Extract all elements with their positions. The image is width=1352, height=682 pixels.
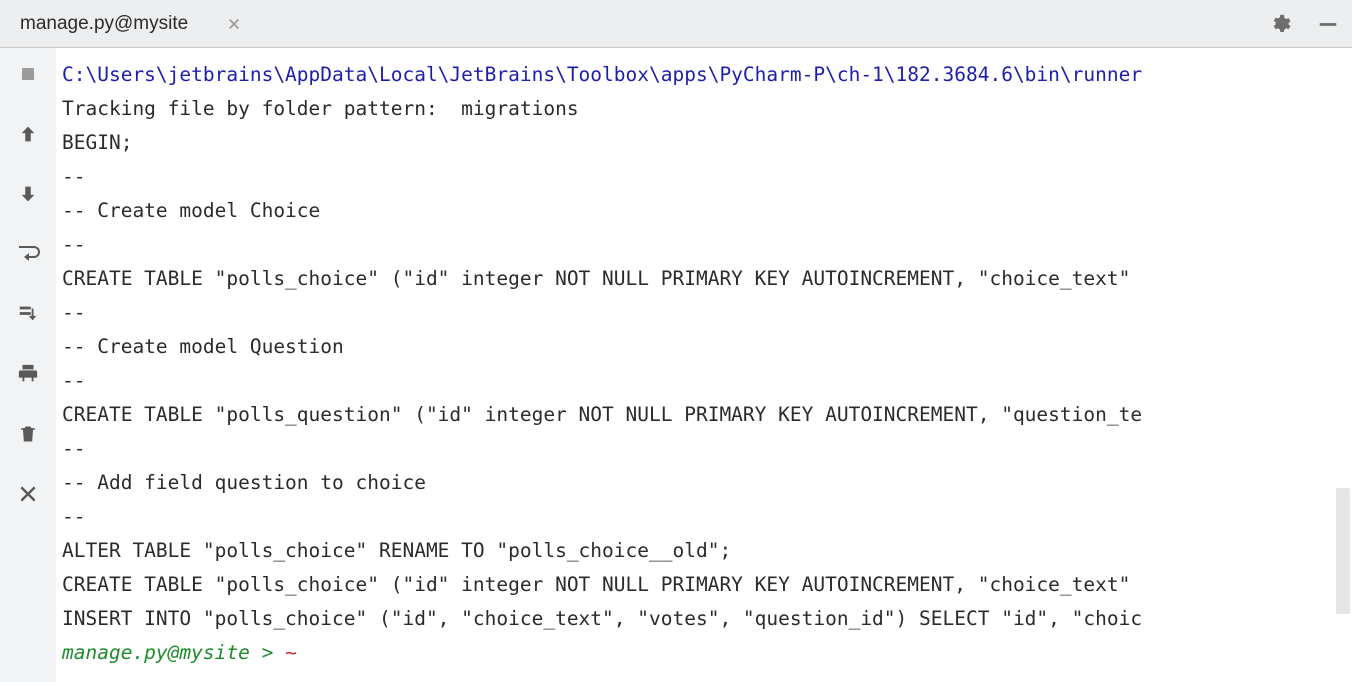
tabs-container: manage.py@mysite [0, 0, 262, 47]
gear-icon[interactable] [1268, 12, 1292, 36]
close-tab-icon[interactable] [224, 14, 244, 34]
console-line: INSERT INTO "polls_choice" ("id", "choic… [62, 602, 1346, 636]
console-line: -- Create model Question [62, 330, 1346, 364]
console-line: Tracking file by folder pattern: migrati… [62, 92, 1346, 126]
scrollbar-thumb[interactable] [1336, 488, 1350, 614]
console-line: -- Create model Choice [62, 194, 1346, 228]
console-line: -- [62, 432, 1346, 466]
tab-title: manage.py@mysite [20, 13, 188, 35]
arrow-down-icon[interactable] [14, 180, 42, 208]
console-line: CREATE TABLE "polls_question" ("id" inte… [62, 398, 1346, 432]
console-line: CREATE TABLE "polls_choice" ("id" intege… [62, 262, 1346, 296]
print-icon[interactable] [14, 360, 42, 388]
panel-body: C:\Users\jetbrains\AppData\Local\JetBrai… [0, 48, 1352, 682]
close-icon[interactable] [14, 480, 42, 508]
prompt-text: manage.py@mysite > [62, 641, 285, 664]
softwrap-icon[interactable] [14, 240, 42, 268]
console-line: -- [62, 500, 1346, 534]
console-line: -- [62, 160, 1346, 194]
console-line: -- Add field question to choice [62, 466, 1346, 500]
console-line: -- [62, 296, 1346, 330]
console-prompt[interactable]: manage.py@mysite > ~ [62, 636, 1346, 670]
console-line: -- [62, 228, 1346, 262]
console-line: ALTER TABLE "polls_choice" RENAME TO "po… [62, 534, 1346, 568]
minimize-icon[interactable] [1316, 12, 1340, 36]
scroll-to-end-icon[interactable] [14, 300, 42, 328]
header-actions [1268, 12, 1340, 36]
console-line: -- [62, 364, 1346, 398]
tab-manage-py[interactable]: manage.py@mysite [0, 0, 262, 47]
caret-icon: ~ [285, 641, 297, 664]
console-line: BEGIN; [62, 126, 1346, 160]
console-line: CREATE TABLE "polls_choice" ("id" intege… [62, 568, 1346, 602]
arrow-up-icon[interactable] [14, 120, 42, 148]
toolbar-gutter [0, 48, 56, 682]
stop-icon[interactable] [14, 60, 42, 88]
tab-bar: manage.py@mysite [0, 0, 1352, 48]
console-output[interactable]: C:\Users\jetbrains\AppData\Local\JetBrai… [56, 48, 1352, 682]
trash-icon[interactable] [14, 420, 42, 448]
console-path-line: C:\Users\jetbrains\AppData\Local\JetBrai… [62, 58, 1346, 92]
